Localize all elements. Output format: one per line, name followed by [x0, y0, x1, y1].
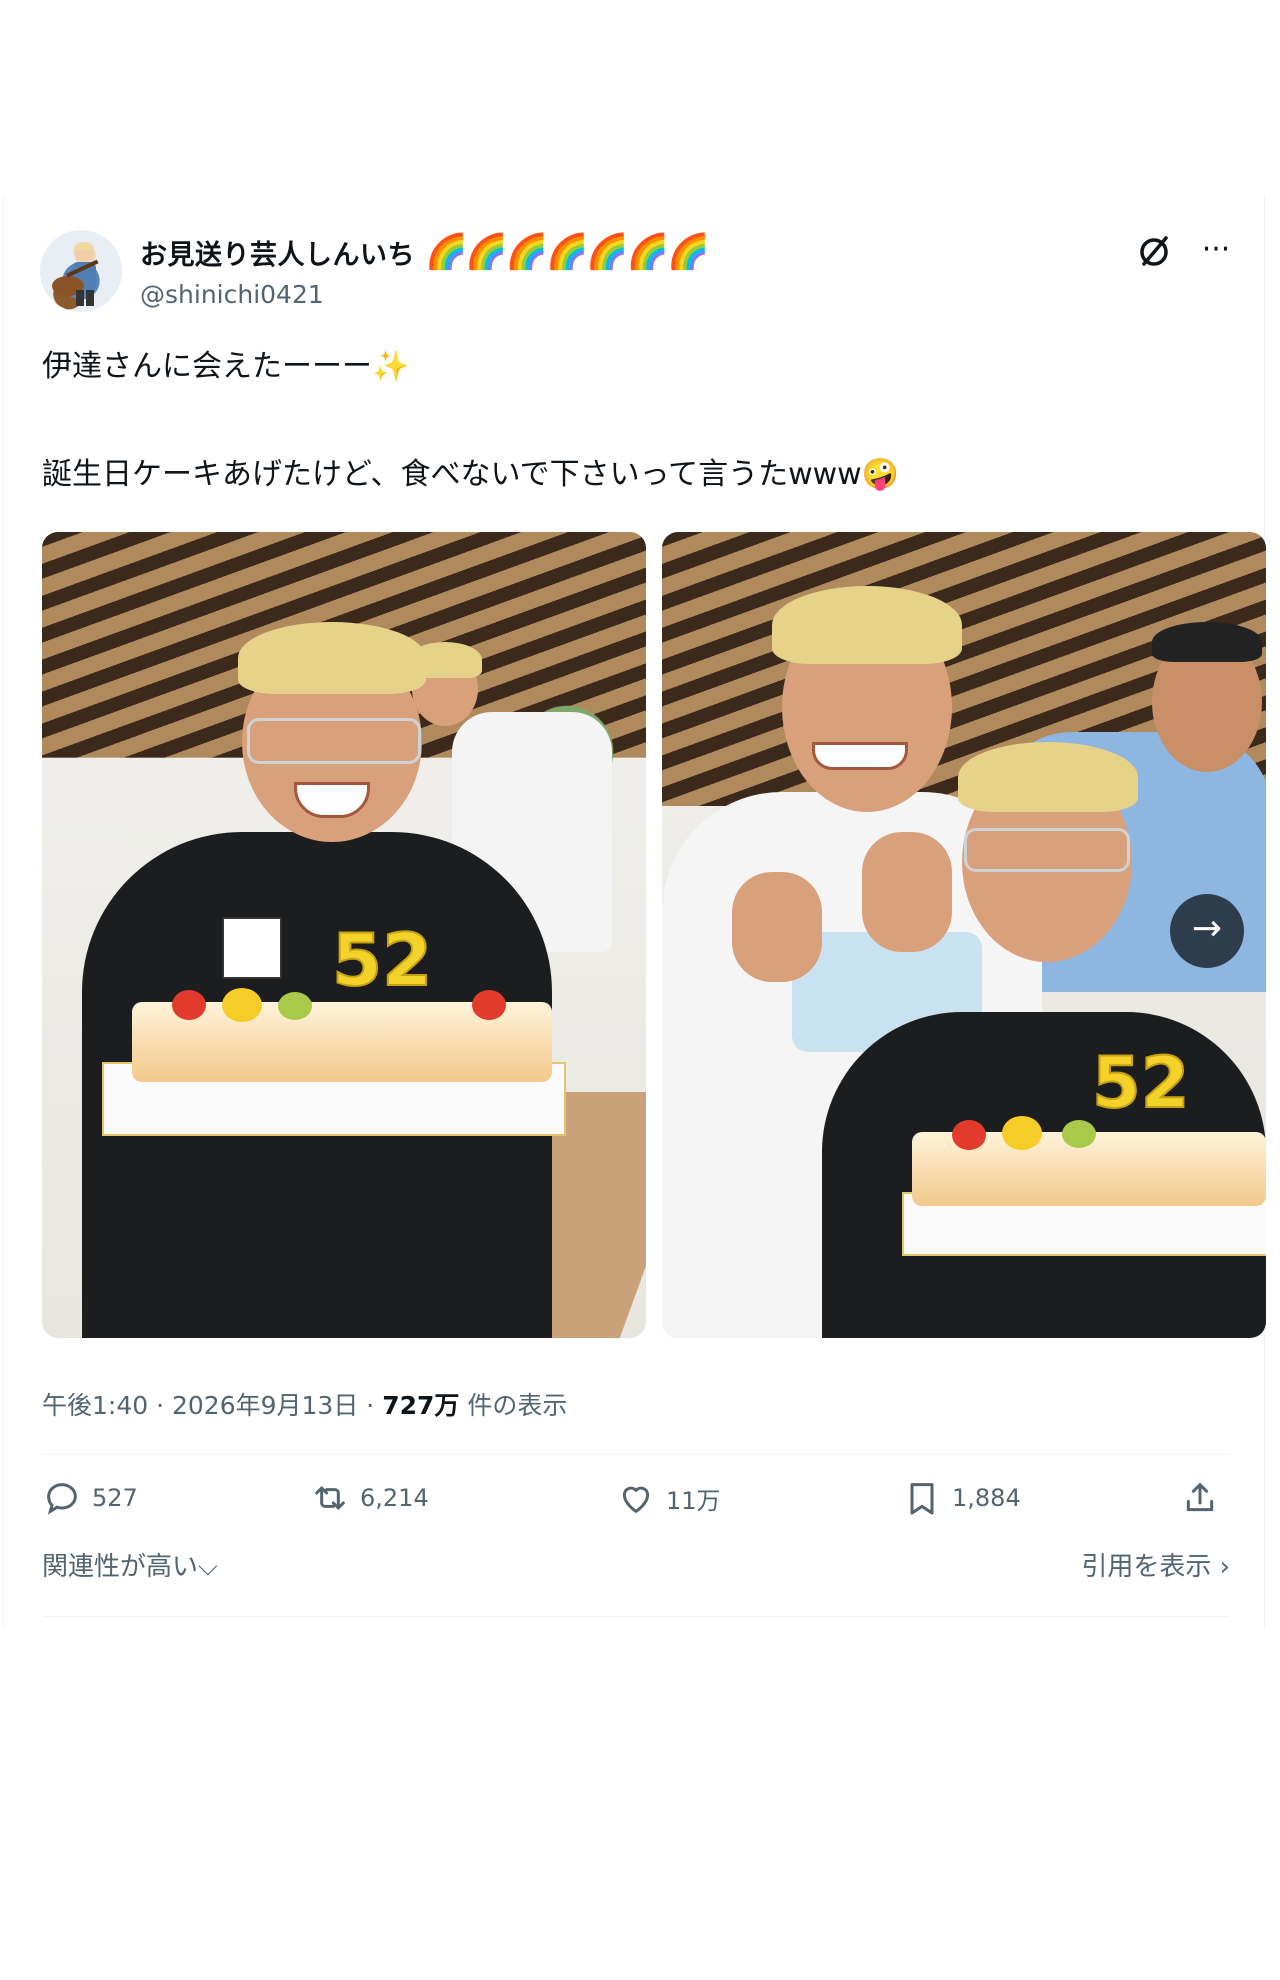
- divider: [42, 1454, 1230, 1455]
- bookmark-count: 1,884: [952, 1484, 1021, 1512]
- next-photo-button[interactable]: →: [1170, 894, 1244, 968]
- kiwi: [1062, 1120, 1096, 1148]
- photo-1[interactable]: 52: [42, 532, 646, 1338]
- left-hand: [732, 872, 822, 982]
- avatar-illustration: [52, 242, 99, 306]
- tweet-date[interactable]: 2026年9月13日: [172, 1391, 358, 1420]
- tweet-line-1: 伊達さんに会えたーーー✨: [42, 349, 410, 384]
- reply-count: 527: [92, 1484, 138, 1512]
- tweet-text: 伊達さんに会えたーーー✨ 誕生日ケーキあげたけど、食べないで下さいって言うたww…: [42, 346, 1222, 496]
- arrow-right-icon: →: [1191, 908, 1223, 949]
- front-person-glasses: [964, 828, 1130, 872]
- rainbow-emojis: 🌈🌈🌈🌈🌈🌈🌈: [425, 232, 709, 272]
- main-person-hair: [238, 622, 426, 694]
- grok-icon[interactable]: [1134, 232, 1174, 272]
- bookmark-button[interactable]: 1,884: [902, 1478, 1021, 1518]
- media-carousel: 52 52 →: [42, 532, 1266, 1338]
- left-person-smile: [812, 742, 908, 770]
- strawberry: [472, 990, 506, 1020]
- repost-button[interactable]: 6,214: [310, 1478, 429, 1518]
- kiwi: [278, 992, 312, 1020]
- reply-button[interactable]: 527: [42, 1478, 138, 1518]
- repost-count: 6,214: [360, 1484, 429, 1512]
- more-options-icon[interactable]: ···: [1194, 232, 1238, 272]
- left-person-hair: [772, 586, 962, 664]
- heart-icon: [622, 1486, 650, 1513]
- number-candles: 52: [1091, 1041, 1190, 1125]
- bookmark-icon: [910, 1483, 934, 1515]
- shirt-logo: [222, 917, 282, 979]
- author-avatar[interactable]: [40, 230, 122, 312]
- like-count: 11万: [666, 1486, 721, 1515]
- action-bar: 527 6,214 11万 1,884: [42, 1478, 1230, 1528]
- strawberry: [172, 990, 206, 1020]
- tweet-time[interactable]: 午後1:40: [42, 1391, 148, 1420]
- repost-icon: [315, 1486, 345, 1510]
- right-person-hair: [1152, 622, 1262, 662]
- main-person-glasses: [247, 718, 421, 764]
- views-label: 件の表示: [467, 1391, 568, 1420]
- divider: [42, 1616, 1230, 1617]
- sort-replies-dropdown[interactable]: 関連性が高い⌵: [42, 1546, 218, 1583]
- like-button[interactable]: 11万: [616, 1478, 721, 1518]
- right-hand: [862, 832, 952, 952]
- share-button[interactable]: [1180, 1478, 1220, 1518]
- share-icon: [1186, 1483, 1214, 1512]
- view-quotes-link[interactable]: 引用を表示 ›: [1081, 1546, 1230, 1583]
- author-display-name[interactable]: お見送り芸人しんいち: [140, 233, 415, 272]
- views-count: 727万: [382, 1391, 460, 1420]
- tweet-line-2: 誕生日ケーキあげたけど、食べないで下さいって言うたwww🤪: [42, 457, 900, 492]
- front-person-hair: [958, 742, 1138, 812]
- number-candles: 52: [331, 917, 433, 1003]
- author-handle[interactable]: @shinichi0421: [140, 280, 324, 309]
- reply-icon: [47, 1483, 77, 1515]
- tweet-card: お見送り芸人しんいち 🌈🌈🌈🌈🌈🌈🌈 @shinichi0421 ··· 伊達さ…: [3, 196, 1266, 1628]
- author-name-row[interactable]: お見送り芸人しんいち 🌈🌈🌈🌈🌈🌈🌈: [140, 232, 709, 272]
- mango: [222, 988, 262, 1022]
- mango: [1002, 1116, 1042, 1150]
- tweet-meta: 午後1:40 · 2026年9月13日 · 727万 件の表示: [42, 1391, 568, 1420]
- strawberry: [952, 1120, 986, 1150]
